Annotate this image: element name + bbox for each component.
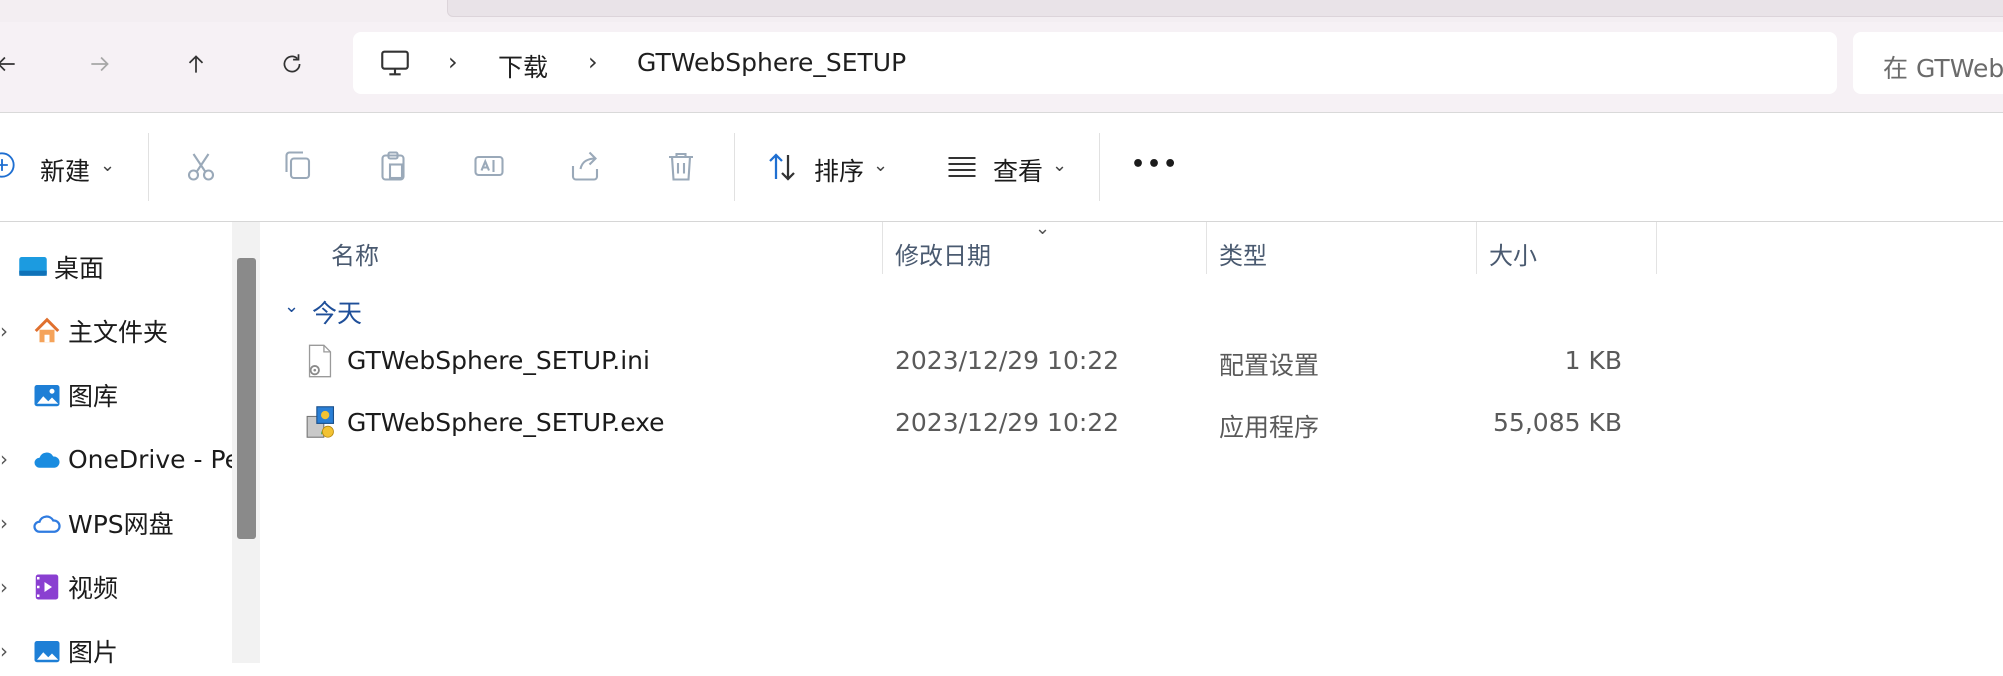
view-list-icon xyxy=(944,149,980,185)
sort-button[interactable]: 排序 xyxy=(814,152,864,188)
search-placeholder: 在 GTWeb xyxy=(1883,54,2003,83)
sidebar-item-label: 主文件夹 xyxy=(68,318,169,347)
sidebar-item-onedrive[interactable]: › OneDrive - Pe xyxy=(0,434,240,484)
file-type: 配置设置 xyxy=(1219,351,1320,380)
toolbar-separator xyxy=(1099,133,1100,201)
navigation-pane: 桌面 › 主文件夹 图库 › OneDrive - Pe › WPS网盘 › 视… xyxy=(0,222,240,667)
file-size: 55,085 KB xyxy=(1493,408,1622,437)
sort-icon xyxy=(764,149,800,185)
cut-button[interactable] xyxy=(183,148,219,188)
column-separator[interactable] xyxy=(1656,222,1657,274)
share-icon xyxy=(571,151,599,181)
desktop-icon xyxy=(18,252,48,282)
sidebar-item-gallery[interactable]: 图库 xyxy=(0,370,118,420)
video-icon xyxy=(32,572,62,602)
chevron-down-icon: ⌄ xyxy=(873,155,889,176)
this-pc-icon[interactable] xyxy=(378,46,412,80)
sidebar-item-wps-cloud[interactable]: › WPS网盘 xyxy=(0,498,174,548)
forward-button[interactable] xyxy=(80,44,120,84)
wps-cloud-icon xyxy=(32,508,62,538)
chevron-right-icon[interactable]: › xyxy=(0,575,22,599)
sidebar-item-label: WPS网盘 xyxy=(68,510,174,539)
chevron-right-icon[interactable]: › xyxy=(0,447,22,471)
sidebar-item-label: 桌面 xyxy=(54,254,105,283)
view-button[interactable]: 查看 xyxy=(993,152,1043,188)
share-button[interactable] xyxy=(567,148,603,188)
file-size: 1 KB xyxy=(1564,346,1622,375)
breadcrumb-chevron[interactable]: › xyxy=(588,48,598,76)
sidebar-item-desktop[interactable]: 桌面 xyxy=(0,242,104,292)
rename-icon xyxy=(474,155,504,177)
column-header-date[interactable]: 修改日期 xyxy=(895,236,991,271)
sidebar-item-label: OneDrive - Pe xyxy=(68,444,241,474)
sidebar-item-pictures[interactable]: › 图片 xyxy=(0,626,118,676)
back-button[interactable] xyxy=(0,44,26,84)
breadcrumb-chevron[interactable]: › xyxy=(448,48,458,76)
sidebar-item-label: 视频 xyxy=(68,574,119,603)
sidebar-scrollbar-thumb[interactable] xyxy=(237,258,256,539)
refresh-button[interactable] xyxy=(272,44,312,84)
column-separator[interactable] xyxy=(1206,222,1207,274)
home-icon xyxy=(32,316,62,346)
breadcrumb-item-current-folder[interactable]: GTWebSphere_SETUP xyxy=(637,48,906,77)
breadcrumb-item-downloads[interactable]: 下载 xyxy=(498,48,548,84)
installer-exe-icon xyxy=(304,404,338,440)
settings-file-icon xyxy=(304,344,336,378)
toolbar-separator xyxy=(148,133,149,201)
refresh-icon xyxy=(283,54,301,73)
arrow-left-icon xyxy=(0,56,15,72)
arrow-right-icon xyxy=(91,56,109,72)
new-button[interactable]: 新建 xyxy=(40,152,90,188)
file-name: GTWebSphere_SETUP.ini xyxy=(347,346,650,375)
column-header-name[interactable]: 名称 xyxy=(331,236,379,271)
copy-button[interactable] xyxy=(279,148,315,188)
chevron-right-icon[interactable]: › xyxy=(0,511,22,535)
chevron-down-icon: ⌄ xyxy=(100,155,116,176)
group-header-today[interactable]: 今天 xyxy=(312,294,362,330)
column-header-type[interactable]: 类型 xyxy=(1219,236,1267,271)
column-separator[interactable] xyxy=(882,222,883,274)
arrow-up-icon xyxy=(188,55,204,73)
file-type: 应用程序 xyxy=(1219,413,1320,442)
sidebar-item-videos[interactable]: › 视频 xyxy=(0,562,118,612)
column-header-size[interactable]: 大小 xyxy=(1489,236,1537,271)
sidebar-item-home[interactable]: › 主文件夹 xyxy=(0,306,168,356)
collapse-chevron-icon[interactable]: ⌄ xyxy=(284,296,299,317)
chevron-right-icon[interactable]: › xyxy=(0,639,22,663)
chevron-right-icon[interactable]: › xyxy=(0,319,22,343)
table-row[interactable]: GTWebSphere_SETUP.exe 2023/12/29 10:22 应… xyxy=(262,394,1666,452)
scissors-icon xyxy=(187,153,215,181)
chevron-down-icon: ⌄ xyxy=(1052,155,1068,176)
plus-circle-icon xyxy=(0,151,16,179)
file-name: GTWebSphere_SETUP.exe xyxy=(347,408,665,437)
copy-icon xyxy=(285,151,311,180)
file-date: 2023/12/29 10:22 xyxy=(895,346,1120,375)
delete-button[interactable] xyxy=(663,148,699,188)
gallery-icon xyxy=(32,380,62,410)
address-bar[interactable] xyxy=(353,32,1837,94)
sidebar-item-label: 图库 xyxy=(68,382,119,411)
sidebar-item-label: 图片 xyxy=(68,638,119,667)
toolbar-separator xyxy=(734,133,735,201)
onedrive-icon xyxy=(32,444,62,474)
sort-indicator-icon: ⌄ xyxy=(1035,218,1051,239)
trash-icon xyxy=(669,152,693,181)
table-row[interactable]: GTWebSphere_SETUP.ini 2023/12/29 10:22 配… xyxy=(262,332,1666,390)
up-button[interactable] xyxy=(176,44,216,84)
paste-button[interactable] xyxy=(375,148,411,188)
window-tab[interactable] xyxy=(447,0,2003,17)
file-date: 2023/12/29 10:22 xyxy=(895,408,1120,437)
tab-strip xyxy=(0,0,2003,22)
column-separator[interactable] xyxy=(1476,222,1477,274)
paste-icon xyxy=(381,151,405,181)
rename-button[interactable] xyxy=(471,148,507,188)
pictures-icon xyxy=(32,636,62,666)
divider xyxy=(0,221,2003,222)
more-options-button[interactable]: ••• xyxy=(1131,152,1179,177)
